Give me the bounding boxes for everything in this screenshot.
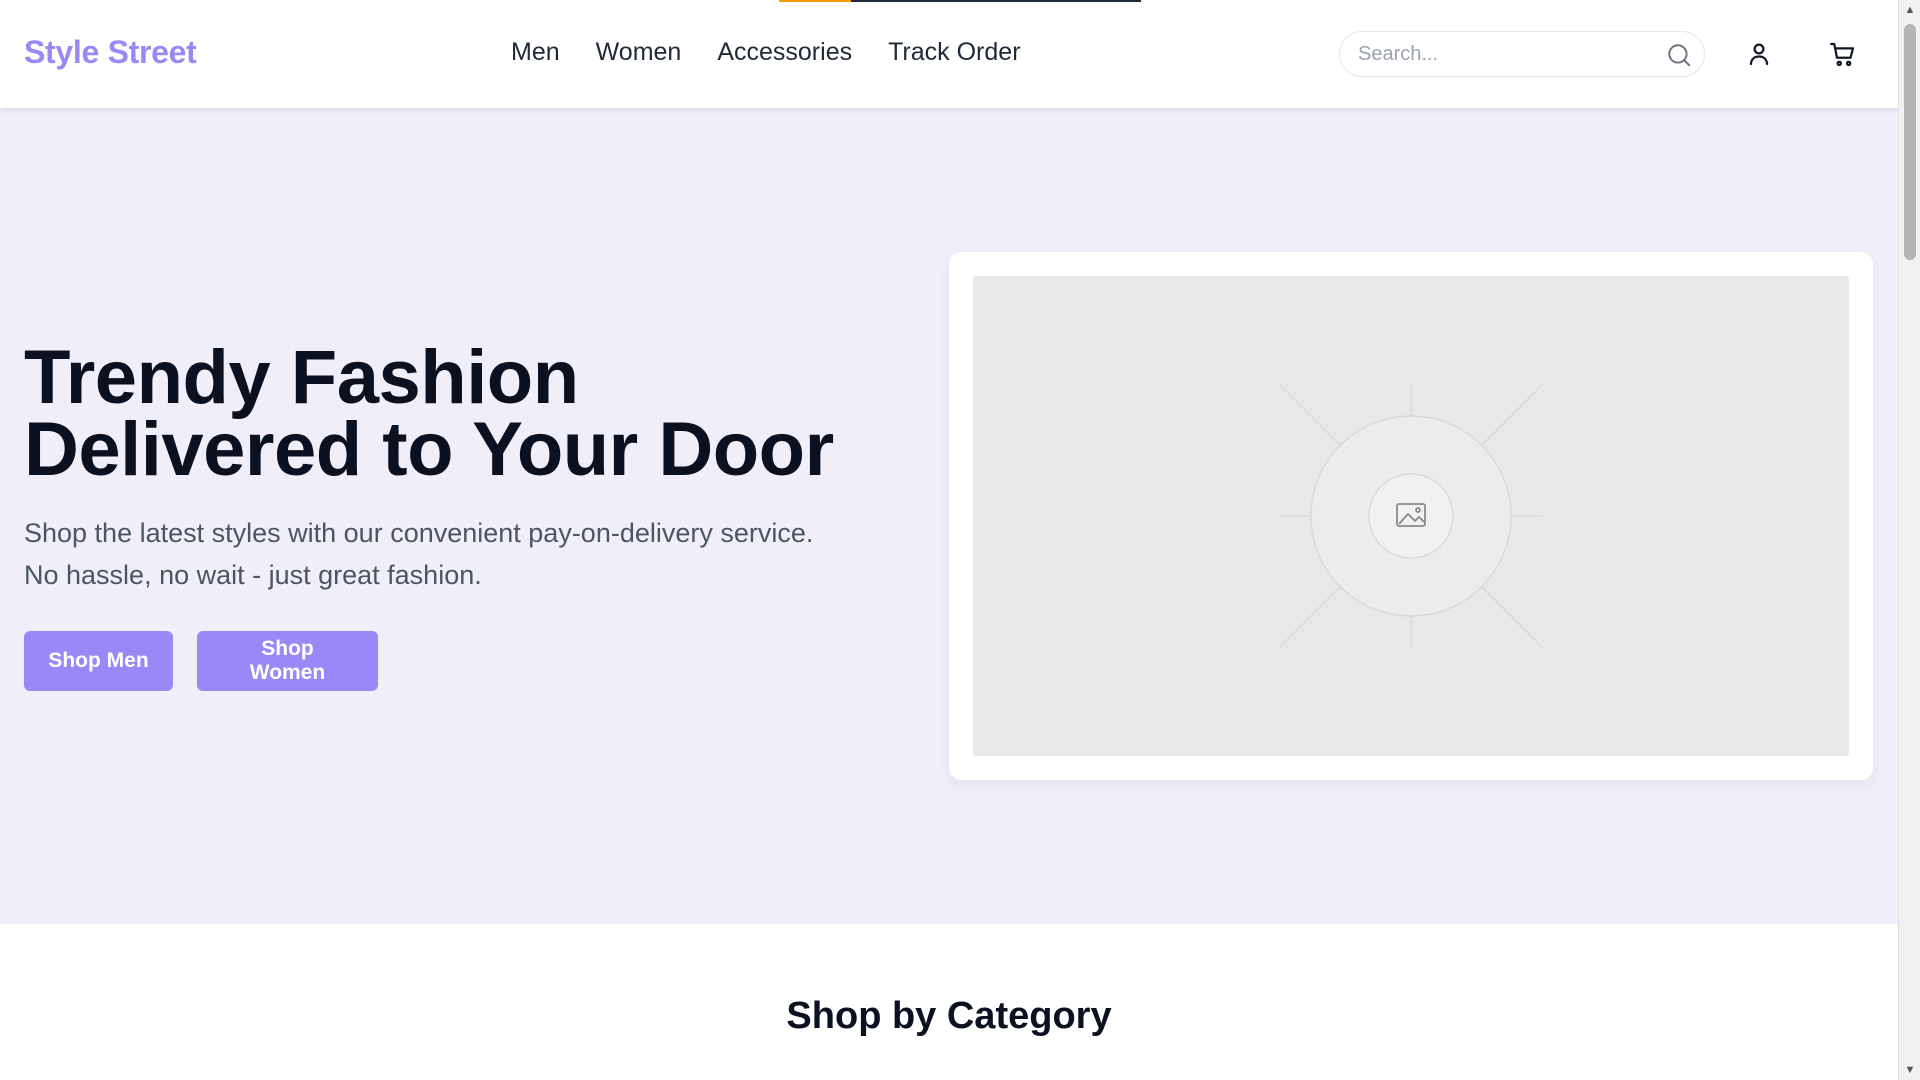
hero-title-line: Delivered to Your Door [24, 407, 834, 492]
scroll-up-arrow-icon[interactable]: ▲ [1899, 0, 1920, 20]
scroll-down-arrow-icon[interactable]: ▼ [1899, 1060, 1920, 1080]
hero-title-line: Trendy Fashion [24, 335, 579, 420]
hero-subtitle: Shop the latest styles with our convenie… [24, 512, 924, 596]
nav-men[interactable]: Men [511, 38, 560, 67]
main-nav: Men Women Accessories Track Order [511, 38, 1021, 67]
search-button[interactable] [1666, 42, 1692, 68]
account-button[interactable] [1744, 39, 1774, 69]
shop-men-button[interactable]: Shop Men [24, 631, 173, 691]
hero-subtitle-line: No hassle, no wait - just great fashion. [24, 560, 482, 590]
search-input[interactable] [1358, 32, 1658, 76]
loading-bar-accent [779, 0, 851, 2]
cart-button[interactable] [1828, 39, 1858, 69]
scroll-thumb[interactable] [1904, 24, 1916, 260]
loading-bar [851, 0, 1141, 2]
site-header: Style Street Men Women Accessories Track… [0, 0, 1898, 108]
nav-track-order[interactable]: Track Order [888, 38, 1020, 67]
category-section-title: Shop by Category [786, 995, 1112, 1037]
search-box [1339, 31, 1705, 77]
hero-title: Trendy Fashion Delivered to Your Door [24, 335, 904, 492]
nav-women[interactable]: Women [596, 38, 682, 67]
user-icon [1749, 43, 1769, 66]
site-logo[interactable]: Style Street [24, 34, 197, 71]
search-icon [1668, 44, 1691, 67]
image-placeholder-icon [1278, 383, 1544, 649]
hero-subtitle-line: Shop the latest styles with our convenie… [24, 518, 814, 548]
shop-women-button[interactable]: Shop Women [197, 631, 378, 691]
hero-section: Trendy Fashion Delivered to Your Door Sh… [0, 108, 1898, 924]
hero-image [973, 276, 1849, 756]
scrollbar[interactable]: ▲ ▼ [1898, 0, 1920, 1080]
nav-accessories[interactable]: Accessories [717, 38, 852, 67]
page: Style Street Men Women Accessories Track… [0, 0, 1898, 1080]
hero-image-card [949, 252, 1873, 780]
cart-icon [1830, 42, 1855, 67]
